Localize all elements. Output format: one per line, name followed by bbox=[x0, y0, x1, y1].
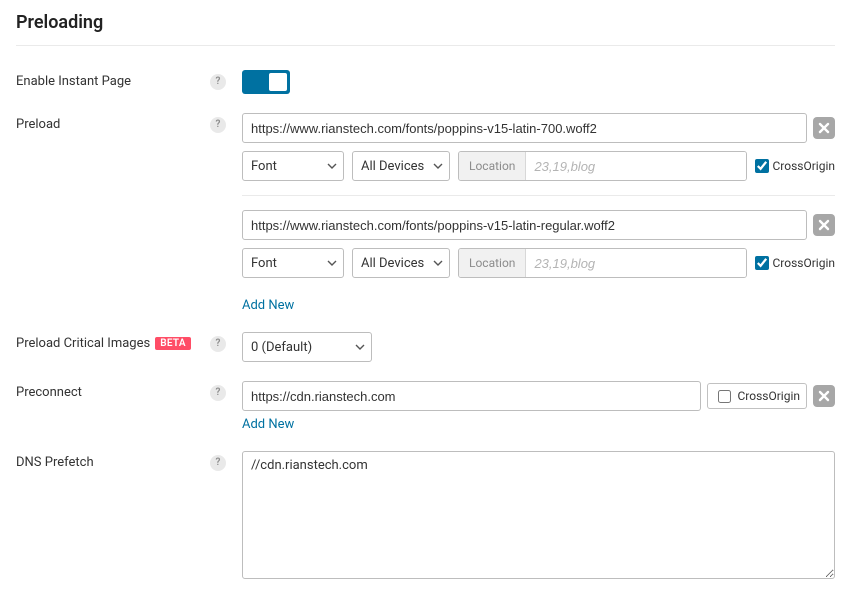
preconnect-item: CrossOrigin bbox=[242, 381, 835, 411]
close-icon bbox=[818, 122, 830, 134]
preload-devices-select[interactable]: All Devices bbox=[352, 248, 450, 278]
preload-url-input[interactable] bbox=[242, 210, 807, 240]
crossorigin-wrap[interactable]: CrossOrigin bbox=[755, 256, 835, 270]
preload-url-input[interactable] bbox=[242, 113, 807, 143]
remove-button[interactable] bbox=[813, 117, 835, 139]
row-critical-images: Preload Critical Images BETA ? 0 (Defaul… bbox=[16, 318, 835, 367]
help-icon[interactable]: ? bbox=[210, 336, 226, 352]
crossorigin-checkbox[interactable] bbox=[755, 256, 769, 270]
add-new-preconnect[interactable]: Add New bbox=[242, 417, 294, 432]
preload-item: Font All Devices Location CrossOrigin bbox=[242, 210, 835, 292]
preload-devices-select[interactable]: All Devices bbox=[352, 151, 450, 181]
row-instant-page: Enable Instant Page ? bbox=[16, 56, 835, 99]
label-preconnect: Preconnect bbox=[16, 381, 194, 400]
row-preload: Preload ? Font All Devices bbox=[16, 99, 835, 318]
chevron-down-icon bbox=[355, 342, 365, 352]
row-preconnect: Preconnect ? CrossOrigin Add New bbox=[16, 367, 835, 437]
remove-button[interactable] bbox=[813, 385, 835, 407]
crossorigin-checkbox[interactable] bbox=[718, 390, 731, 403]
label-preload: Preload bbox=[16, 113, 194, 132]
row-dns-prefetch: DNS Prefetch ? bbox=[16, 437, 835, 588]
section-title: Preloading bbox=[16, 12, 835, 46]
help-icon[interactable]: ? bbox=[210, 117, 226, 133]
crossorigin-wrap[interactable]: CrossOrigin bbox=[755, 159, 835, 173]
beta-badge: BETA bbox=[155, 337, 191, 350]
help-icon[interactable]: ? bbox=[210, 74, 226, 90]
preload-type-select[interactable]: Font bbox=[242, 151, 344, 181]
help-icon[interactable]: ? bbox=[210, 455, 226, 471]
help-icon[interactable]: ? bbox=[210, 385, 226, 401]
preload-type-select[interactable]: Font bbox=[242, 248, 344, 278]
location-input[interactable] bbox=[526, 249, 746, 277]
label-instant-page: Enable Instant Page bbox=[16, 70, 194, 89]
remove-button[interactable] bbox=[813, 214, 835, 236]
chevron-down-icon bbox=[433, 258, 443, 268]
location-label: Location bbox=[459, 152, 526, 180]
add-new-preload[interactable]: Add New bbox=[242, 298, 294, 313]
preconnect-url-input[interactable] bbox=[242, 381, 701, 411]
chevron-down-icon bbox=[327, 161, 337, 171]
toggle-knob bbox=[269, 73, 287, 91]
critical-images-select[interactable]: 0 (Default) bbox=[242, 332, 372, 362]
close-icon bbox=[818, 219, 830, 231]
location-group: Location bbox=[458, 151, 747, 181]
dns-prefetch-textarea[interactable] bbox=[242, 451, 835, 579]
close-icon bbox=[818, 390, 830, 402]
label-dns-prefetch: DNS Prefetch bbox=[16, 451, 194, 470]
location-input[interactable] bbox=[526, 152, 746, 180]
chevron-down-icon bbox=[327, 258, 337, 268]
location-label: Location bbox=[459, 249, 526, 277]
crossorigin-checkbox[interactable] bbox=[755, 159, 769, 173]
label-critical-images: Preload Critical Images BETA bbox=[16, 332, 194, 351]
crossorigin-wrap[interactable]: CrossOrigin bbox=[707, 383, 807, 409]
chevron-down-icon bbox=[433, 161, 443, 171]
location-group: Location bbox=[458, 248, 747, 278]
instant-page-toggle[interactable] bbox=[242, 70, 290, 94]
preload-item: Font All Devices Location CrossOrigin bbox=[242, 113, 835, 196]
